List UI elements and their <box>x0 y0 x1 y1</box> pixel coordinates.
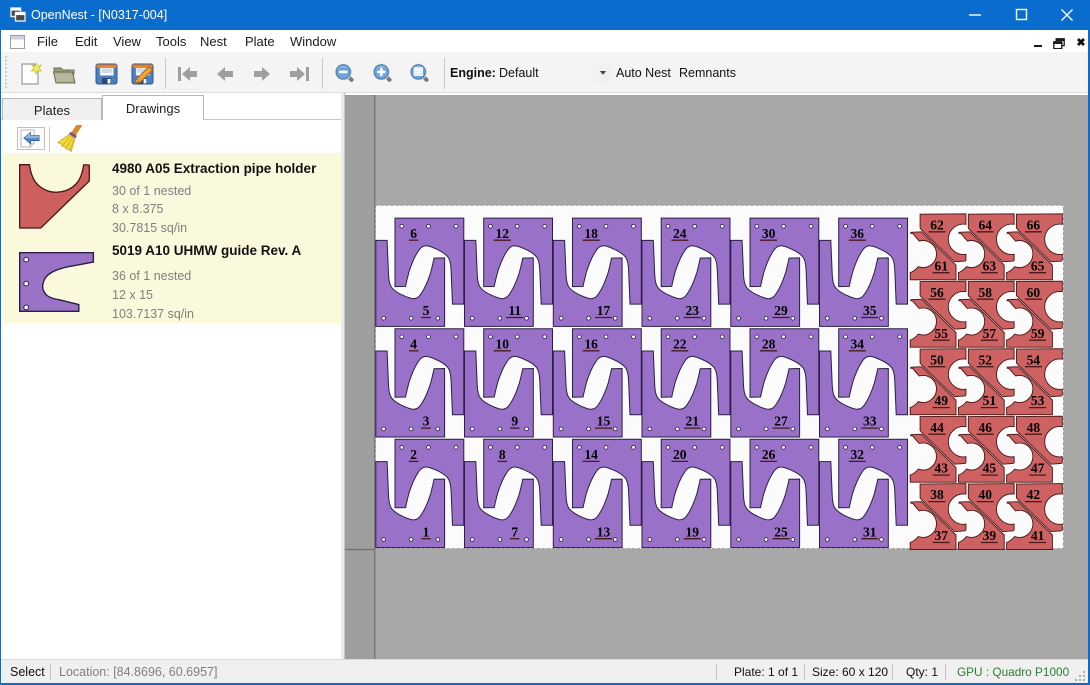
svg-text:20: 20 <box>673 447 687 462</box>
svg-text:25: 25 <box>774 524 788 539</box>
svg-text:64: 64 <box>978 217 992 232</box>
svg-text:15: 15 <box>597 414 611 429</box>
svg-text:55: 55 <box>934 326 948 341</box>
svg-text:2: 2 <box>410 447 417 462</box>
svg-text:7: 7 <box>511 524 518 539</box>
svg-text:63: 63 <box>983 258 997 273</box>
svg-text:49: 49 <box>934 393 948 408</box>
svg-text:6: 6 <box>410 226 417 241</box>
svg-text:29: 29 <box>774 303 788 318</box>
svg-text:14: 14 <box>584 447 598 462</box>
svg-text:22: 22 <box>673 336 687 351</box>
svg-text:50: 50 <box>930 352 944 367</box>
svg-text:51: 51 <box>983 393 997 408</box>
svg-text:9: 9 <box>511 414 518 429</box>
svg-text:5: 5 <box>423 303 430 318</box>
svg-text:10: 10 <box>496 336 510 351</box>
svg-text:53: 53 <box>1031 393 1045 408</box>
svg-text:48: 48 <box>1027 420 1041 435</box>
svg-text:11: 11 <box>508 303 521 318</box>
svg-text:27: 27 <box>774 414 788 429</box>
svg-text:26: 26 <box>762 447 776 462</box>
svg-text:13: 13 <box>597 524 611 539</box>
svg-text:62: 62 <box>930 217 944 232</box>
svg-text:59: 59 <box>1031 326 1045 341</box>
svg-text:47: 47 <box>1031 461 1045 476</box>
svg-text:21: 21 <box>685 414 699 429</box>
svg-text:66: 66 <box>1027 217 1041 232</box>
svg-text:33: 33 <box>863 414 877 429</box>
svg-text:32: 32 <box>851 447 865 462</box>
svg-text:39: 39 <box>983 528 997 543</box>
svg-text:56: 56 <box>930 285 944 300</box>
svg-text:8: 8 <box>499 447 506 462</box>
svg-text:41: 41 <box>1031 528 1045 543</box>
svg-text:16: 16 <box>584 336 598 351</box>
svg-text:52: 52 <box>978 352 992 367</box>
svg-text:30: 30 <box>762 226 776 241</box>
svg-text:42: 42 <box>1027 487 1041 502</box>
svg-text:24: 24 <box>673 226 687 241</box>
svg-text:18: 18 <box>584 226 598 241</box>
svg-text:58: 58 <box>978 285 992 300</box>
svg-text:43: 43 <box>934 461 948 476</box>
svg-text:34: 34 <box>851 336 865 351</box>
svg-text:4: 4 <box>410 336 417 351</box>
svg-text:38: 38 <box>930 487 944 502</box>
svg-text:3: 3 <box>423 414 430 429</box>
svg-text:40: 40 <box>978 487 992 502</box>
svg-text:61: 61 <box>934 258 948 273</box>
svg-text:17: 17 <box>597 303 611 318</box>
svg-text:46: 46 <box>978 420 992 435</box>
svg-text:35: 35 <box>863 303 877 318</box>
svg-text:45: 45 <box>983 461 997 476</box>
svg-text:65: 65 <box>1031 258 1045 273</box>
svg-text:28: 28 <box>762 336 776 351</box>
svg-text:54: 54 <box>1027 352 1041 367</box>
svg-text:44: 44 <box>930 420 944 435</box>
svg-text:23: 23 <box>685 303 699 318</box>
svg-text:37: 37 <box>934 528 948 543</box>
svg-text:31: 31 <box>863 524 877 539</box>
svg-text:19: 19 <box>685 524 699 539</box>
svg-text:57: 57 <box>983 326 997 341</box>
svg-text:60: 60 <box>1027 285 1041 300</box>
svg-text:36: 36 <box>851 226 865 241</box>
svg-text:1: 1 <box>423 524 430 539</box>
svg-text:12: 12 <box>496 226 510 241</box>
